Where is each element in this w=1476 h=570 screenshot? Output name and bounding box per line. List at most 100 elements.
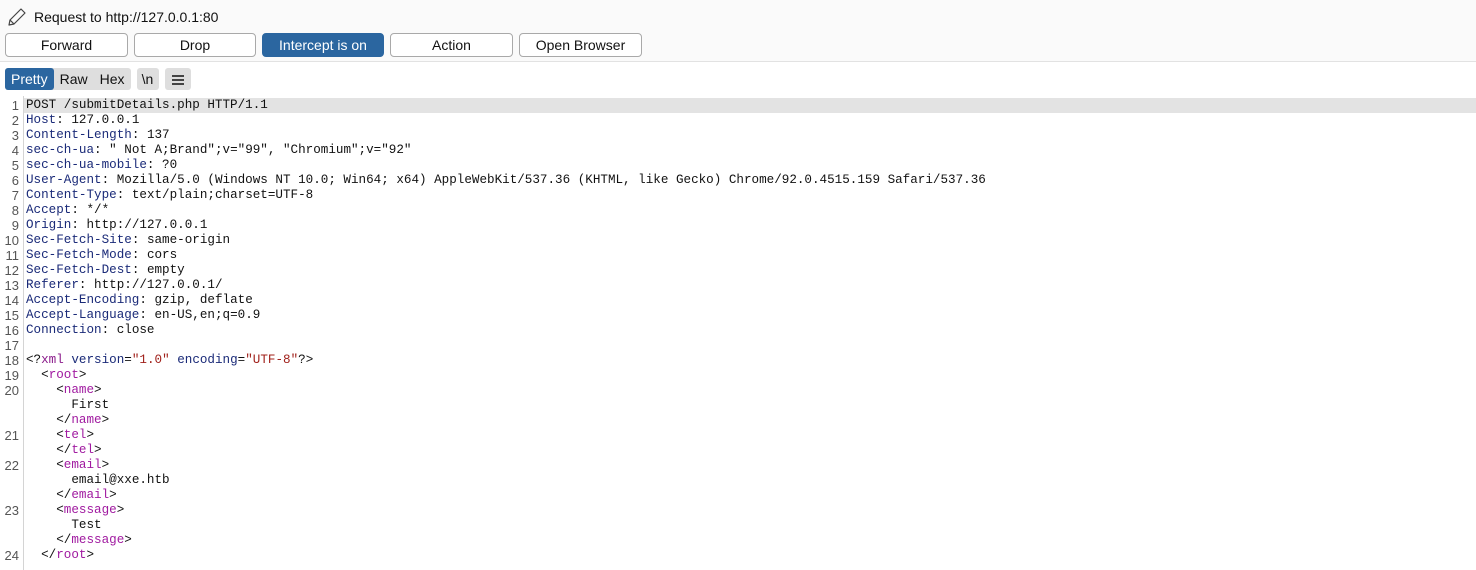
line-number: 14 <box>4 293 19 308</box>
hamburger-icon <box>171 74 184 85</box>
header-value: " Not A;Brand";v="99", "Chromium";v="92" <box>109 143 412 157</box>
header-name: Content-Length <box>26 128 132 142</box>
line-content: Test <box>26 518 101 533</box>
code-line: 23 <message> <box>0 503 1476 518</box>
xml-attr-value: "UTF-8" <box>245 353 299 367</box>
tab-pretty[interactable]: Pretty <box>5 68 54 90</box>
xml-bracket: > <box>109 488 117 502</box>
xml-bracket: </ <box>56 413 72 427</box>
code-line: 22 <email> <box>0 458 1476 473</box>
line-content: </tel> <box>26 443 102 458</box>
title-row: Request to http://127.0.0.1:80 <box>6 7 218 27</box>
header-name: Origin <box>26 218 72 232</box>
xml-bracket: > <box>94 443 102 457</box>
header-value: en-US,en;q=0.9 <box>154 308 261 322</box>
header-value: cors <box>146 248 178 262</box>
header-separator: : <box>131 128 147 142</box>
drop-button[interactable]: Drop <box>134 33 256 57</box>
line-number: 5 <box>11 158 19 173</box>
line-number: 18 <box>4 353 19 368</box>
intercept-toolbar: Forward Drop Intercept is on Action Open… <box>5 33 648 57</box>
line-content: User-Agent: Mozilla/5.0 (Windows NT 10.0… <box>26 173 986 188</box>
xml-punct: <? <box>26 353 42 367</box>
intercept-toggle-button[interactable]: Intercept is on <box>262 33 384 57</box>
header-separator: : <box>146 158 163 172</box>
code-line: 16 Connection: close <box>0 323 1476 338</box>
line-content: Sec-Fetch-Site: same-origin <box>26 233 230 248</box>
xml-attr-name: version <box>71 353 125 367</box>
header-value: ?0 <box>162 158 178 172</box>
line-content: Content-Length: 137 <box>26 128 170 143</box>
line-number: 7 <box>11 188 19 203</box>
line-number: 2 <box>11 113 19 128</box>
intercept-header: Request to http://127.0.0.1:80 Forward D… <box>0 0 1476 62</box>
line-number: 8 <box>11 203 19 218</box>
header-name: sec-ch-ua-mobile <box>26 158 147 172</box>
options-menu-button[interactable] <box>164 68 191 90</box>
header-name: Accept <box>26 203 72 217</box>
action-button[interactable]: Action <box>390 33 513 57</box>
line-number: 16 <box>4 323 19 338</box>
header-separator: : <box>139 293 155 307</box>
line-content: Content-Type: text/plain;charset=UTF-8 <box>26 188 313 203</box>
xml-tag-name: root <box>56 548 87 562</box>
line-number: 11 <box>5 248 20 263</box>
header-separator: : <box>71 203 87 217</box>
line-content: <message> <box>26 503 124 518</box>
line-content: Sec-Fetch-Dest: empty <box>26 263 185 278</box>
header-value: http://127.0.0.1/ <box>94 278 223 292</box>
request-editor[interactable]: 1 POST /submitDetails.php HTTP/1.1 2 Host: … <box>0 96 1476 570</box>
xml-bracket: > <box>101 458 110 472</box>
line-content: sec-ch-ua-mobile: ?0 <box>26 158 177 173</box>
xml-bracket: </ <box>56 488 72 502</box>
code-line: 20 <name> <box>0 383 1476 398</box>
code-line: 1 POST /submitDetails.php HTTP/1.1 <box>0 98 1476 113</box>
line-number: 12 <box>4 263 19 278</box>
header-separator: : <box>139 308 155 322</box>
header-name: Sec-Fetch-Mode <box>26 248 132 262</box>
header-value: 137 <box>146 128 170 142</box>
code-line: 11 Sec-Fetch-Mode: cors <box>0 248 1476 263</box>
line-number: 19 <box>4 368 19 383</box>
show-newlines-button[interactable]: \n <box>136 68 159 90</box>
open-browser-button[interactable]: Open Browser <box>519 33 642 57</box>
header-separator: : <box>56 113 72 127</box>
header-name: Sec-Fetch-Dest <box>26 263 132 277</box>
line-content: POST /submitDetails.php HTTP/1.1 <box>26 98 268 113</box>
code-line: email@xxe.htb <box>0 473 1476 488</box>
line-content: Accept: */* <box>26 203 109 218</box>
code-line: 3 Content-Length: 137 <box>0 128 1476 143</box>
line-content: </root> <box>26 548 94 563</box>
line-content: <name> <box>26 383 101 398</box>
tab-raw[interactable]: Raw <box>54 68 94 90</box>
xml-bracket: < <box>56 428 64 442</box>
pencil-icon <box>6 7 28 27</box>
tab-hex[interactable]: Hex <box>94 68 131 90</box>
line-number: 13 <box>4 278 19 293</box>
header-value: text/plain;charset=UTF-8 <box>131 188 314 202</box>
header-separator: : <box>131 248 147 262</box>
header-value: same-origin <box>146 233 231 247</box>
view-mode-tabs: Pretty Raw Hex <box>5 68 131 90</box>
xml-text: email@xxe.htb <box>71 473 170 487</box>
code-line: 19 <root> <box>0 368 1476 383</box>
xml-tag-name: email <box>63 458 102 472</box>
header-separator: : <box>101 323 117 337</box>
xml-text: First <box>71 398 110 412</box>
header-separator: : <box>101 173 117 187</box>
forward-button[interactable]: Forward <box>5 33 128 57</box>
line-content: <email> <box>26 458 109 473</box>
xml-tag-name: message <box>71 533 125 547</box>
header-name: Content-Type <box>26 188 117 202</box>
line-content: email@xxe.htb <box>26 473 170 488</box>
header-name: Connection <box>26 323 102 337</box>
code-line: 18 <?xml version="1.0" encoding="UTF-8"?> <box>0 353 1476 368</box>
header-value: Mozilla/5.0 (Windows NT 10.0; Win64; x64… <box>116 173 986 187</box>
